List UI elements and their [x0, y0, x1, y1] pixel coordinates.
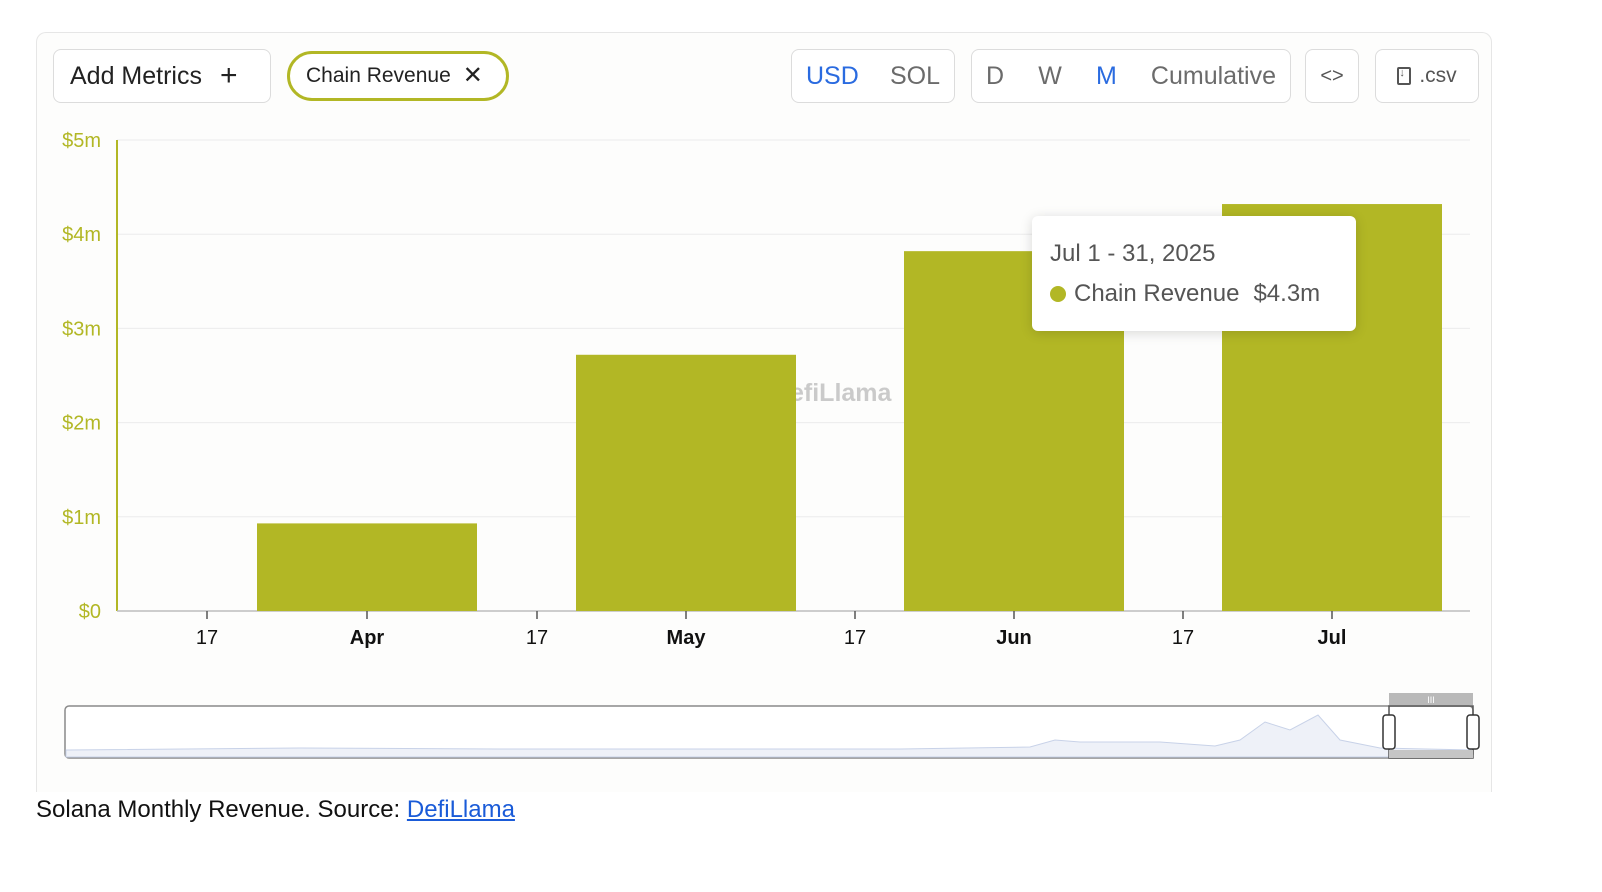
caption-source-link[interactable]: DefiLlama	[407, 796, 515, 823]
x-tick-label: 17	[196, 627, 218, 649]
x-tick-label: Jul	[1318, 627, 1347, 649]
x-tick-label: 17	[1172, 627, 1194, 649]
x-tick-label: 17	[844, 627, 866, 649]
tooltip-series: Chain Revenue	[1074, 280, 1240, 307]
y-tick-label: $3m	[62, 318, 101, 340]
y-tick-label: $2m	[62, 413, 101, 435]
y-tick-label: $4m	[62, 224, 101, 246]
slider-handle-right[interactable]	[1466, 714, 1480, 750]
x-tick-label: Jun	[996, 627, 1032, 649]
bar-may[interactable]	[576, 354, 796, 611]
tooltip-value: $4.3m	[1253, 280, 1321, 307]
range-slider: III	[64, 693, 1480, 759]
caption-text: Solana Monthly Revenue. Source:	[36, 796, 407, 823]
x-tick-label: 17	[526, 627, 548, 649]
x-tick-label: May	[667, 627, 707, 649]
chart-tooltip: Jul 1 - 31, 2025 Chain Revenue $4.3m	[1032, 216, 1356, 331]
figure-caption: Solana Monthly Revenue. Source: DefiLlam…	[36, 796, 515, 824]
bar-apr[interactable]	[257, 523, 477, 611]
revenue-bar-chart: $0 $1m $2m $3m $4m $5m 17 Apr 17 May 17 Jun 17 Jul e…	[62, 130, 1480, 759]
series-dot	[1050, 286, 1066, 302]
y-tick-label: $5m	[62, 130, 101, 152]
y-axis: $0 $1m $2m $3m $4m $5m	[62, 130, 118, 623]
x-axis: 17 Apr 17 May 17 Jun 17 Jul	[117, 610, 1470, 649]
y-tick-label: $1m	[62, 507, 101, 529]
y-tick-label: $0	[79, 601, 101, 623]
slider-grip-icon: III	[1427, 695, 1435, 705]
slider-bottom-bar	[1389, 750, 1473, 758]
slider-handle-left[interactable]	[1382, 714, 1396, 750]
tooltip-date: Jul 1 - 31, 2025	[1050, 240, 1216, 267]
x-tick-label: Apr	[350, 627, 385, 649]
watermark: efiLlama	[790, 379, 893, 407]
